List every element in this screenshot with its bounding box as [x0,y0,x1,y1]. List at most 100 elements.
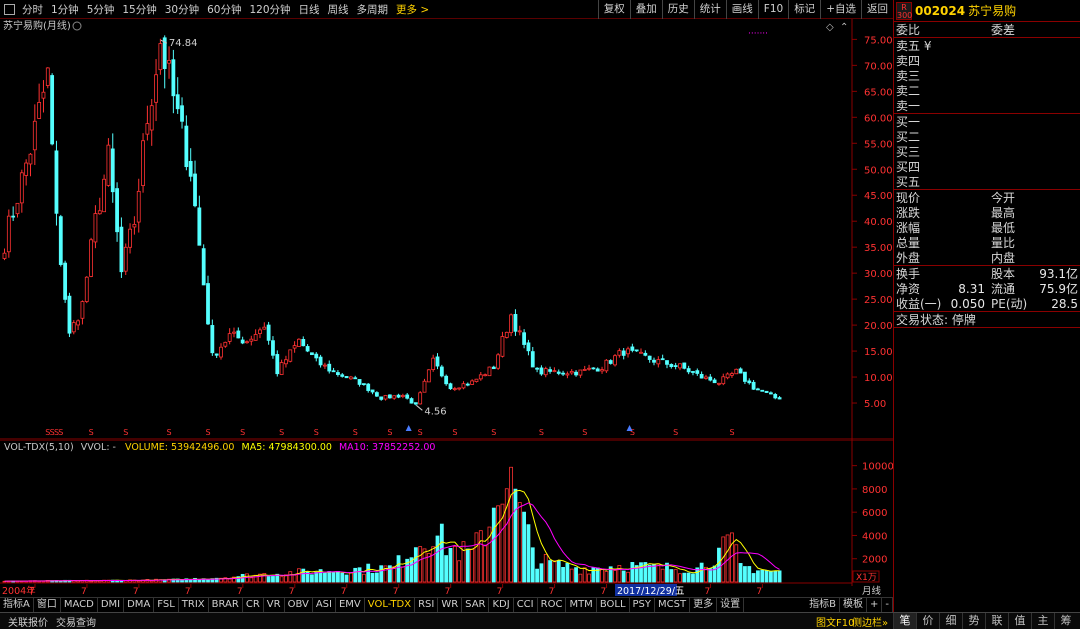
indicator-tab[interactable]: OBV [285,598,313,612]
history-button[interactable]: 历史 [661,0,694,19]
price-chart[interactable]: 苏宁易购(月线) ◇ ⌃ ······· 75.00 70.00 65.00 60.0… [0,19,893,440]
period-tab[interactable]: 5分钟 [83,2,119,17]
sell-row[interactable]: 卖一 [894,98,1080,113]
time-tick: 7 [289,587,295,597]
sell-row[interactable]: 卖四 [894,53,1080,68]
indicator-tab[interactable]: WR [438,598,463,612]
candle-body [738,368,743,374]
draw-line-button[interactable]: 画线 [725,0,758,19]
indicator-tab[interactable]: DMI [98,598,125,612]
mark-button[interactable]: 标记 [788,0,820,19]
more-indicators-tab[interactable]: 更多 [690,598,718,612]
indicator-tab[interactable]: 窗口 [34,598,61,612]
overlay-button[interactable]: 叠加 [629,0,662,19]
candle-body [136,190,141,223]
sell-row[interactable]: 卖五 ¥ [894,38,1080,53]
related-quote-link[interactable]: 关联报价 [4,614,52,629]
back-button[interactable]: 返回 [861,0,893,19]
candle-body [115,188,119,233]
period-tab[interactable]: 60分钟 [203,2,245,17]
indicator-tab[interactable]: VR [264,598,285,612]
indicator-tab[interactable]: FSL [154,598,179,612]
candle-body [227,333,232,342]
indicator-tab[interactable]: RSI [415,598,439,612]
indicator-tab[interactable]: CR [243,598,264,612]
sell-row[interactable]: 卖三 [894,68,1080,83]
period-tab[interactable]: 多周期 [353,2,393,17]
detail-tab[interactable]: 细 [939,613,962,629]
buy-row[interactable]: 买二 [894,129,1080,144]
indicator-tab[interactable]: PSY [630,598,656,612]
detail-tab[interactable]: 主 [1031,613,1054,629]
volume-bar [483,544,488,583]
sell-row[interactable]: 卖二 [894,83,1080,98]
indicator-tab[interactable]: ROC [538,598,567,612]
candle-body [639,351,643,354]
candle-body [214,353,219,356]
period-tab[interactable]: 15分钟 [118,2,160,17]
indicator-tab[interactable]: BOLL [597,598,630,612]
stats-button[interactable]: 统计 [693,0,726,19]
indicator-tab[interactable]: CCI [514,598,538,612]
period-tab[interactable]: 日线 [295,2,324,17]
candle-body [769,392,773,395]
price-tick-label: 20.00 [864,321,893,332]
detail-tab[interactable]: 势 [962,613,985,629]
time-tick: 7 [393,587,399,597]
indicator-tab[interactable]: KDJ [489,598,514,612]
detail-tab[interactable]: 筹 [1054,613,1077,629]
detail-tab[interactable]: 笔 [893,613,916,629]
indicator-b-tab[interactable]: 指标B [806,598,840,612]
expand-icon[interactable]: ⌃ [840,22,848,33]
indicator-tab[interactable]: SAR [462,598,490,612]
indicator-tab[interactable]: MACD [61,598,98,612]
buy-row[interactable]: 买五 [894,174,1080,189]
f10-button[interactable]: F10 [757,0,788,19]
more-periods-button[interactable]: 更多 > [392,2,433,17]
candle-body [54,150,59,214]
detail-tab[interactable]: 联 [985,613,1008,629]
indicator-tab[interactable]: ASI [313,598,336,612]
period-tab[interactable]: 120分钟 [246,2,295,17]
fuquan-button[interactable]: 复权 [597,0,630,19]
indicator-tab[interactable]: 指标A [0,598,34,612]
period-tab[interactable]: 30分钟 [161,2,203,17]
zoom-in-button[interactable]: + [867,598,883,612]
buy-row[interactable]: 买四 [894,159,1080,174]
volume-bar [682,572,687,583]
period-tab[interactable]: 1分钟 [47,2,83,17]
indicator-tab[interactable]: EMV [336,598,365,612]
settings-tab[interactable]: 设置 [717,598,745,612]
indicator-tab[interactable]: BRAR [209,598,243,612]
buy-row[interactable]: 买一 [894,114,1080,129]
diamond-icon[interactable]: ◇ [826,22,834,33]
candle-body [348,376,353,380]
indicator-tab[interactable]: TRIX [179,598,209,612]
candle-body [210,325,215,354]
detail-tab[interactable]: 值 [1008,613,1031,629]
add-watchlist-button[interactable]: +自选 [820,0,861,19]
candle-body [249,338,254,342]
indicator-tab-active[interactable]: VOL-TDX [365,598,416,612]
sidebar-toggle[interactable]: 侧边栏» [848,614,892,629]
grid-icon[interactable] [4,3,15,15]
indicator-tab[interactable]: MTM [566,598,597,612]
detail-tab[interactable]: 价 [916,613,939,629]
detail-tabs: 笔 价 细 势 联 值 主 筹 [893,613,1077,629]
zoom-out-button[interactable]: - [882,598,893,612]
volume-bar [578,573,583,583]
indicator-tab[interactable]: DMA [124,598,155,612]
period-tab[interactable]: 分时 [18,2,47,17]
trade-query-link[interactable]: 交易查询 [52,614,100,629]
buy-row[interactable]: 买三 [894,144,1080,159]
template-tab[interactable]: 模板 [840,598,867,612]
indicator-tab[interactable]: MCST [655,598,691,612]
period-tab[interactable]: 周线 [324,2,353,17]
candle-body [240,339,245,344]
volume-bar [470,548,475,583]
candle-body [699,373,704,379]
candle-body [470,380,475,385]
volume-chart[interactable]: VOL-TDX(5,10) VVOL: - VOLUME: 53942496.0… [0,440,893,586]
volume-bar [344,574,349,583]
candle-body [93,213,98,243]
